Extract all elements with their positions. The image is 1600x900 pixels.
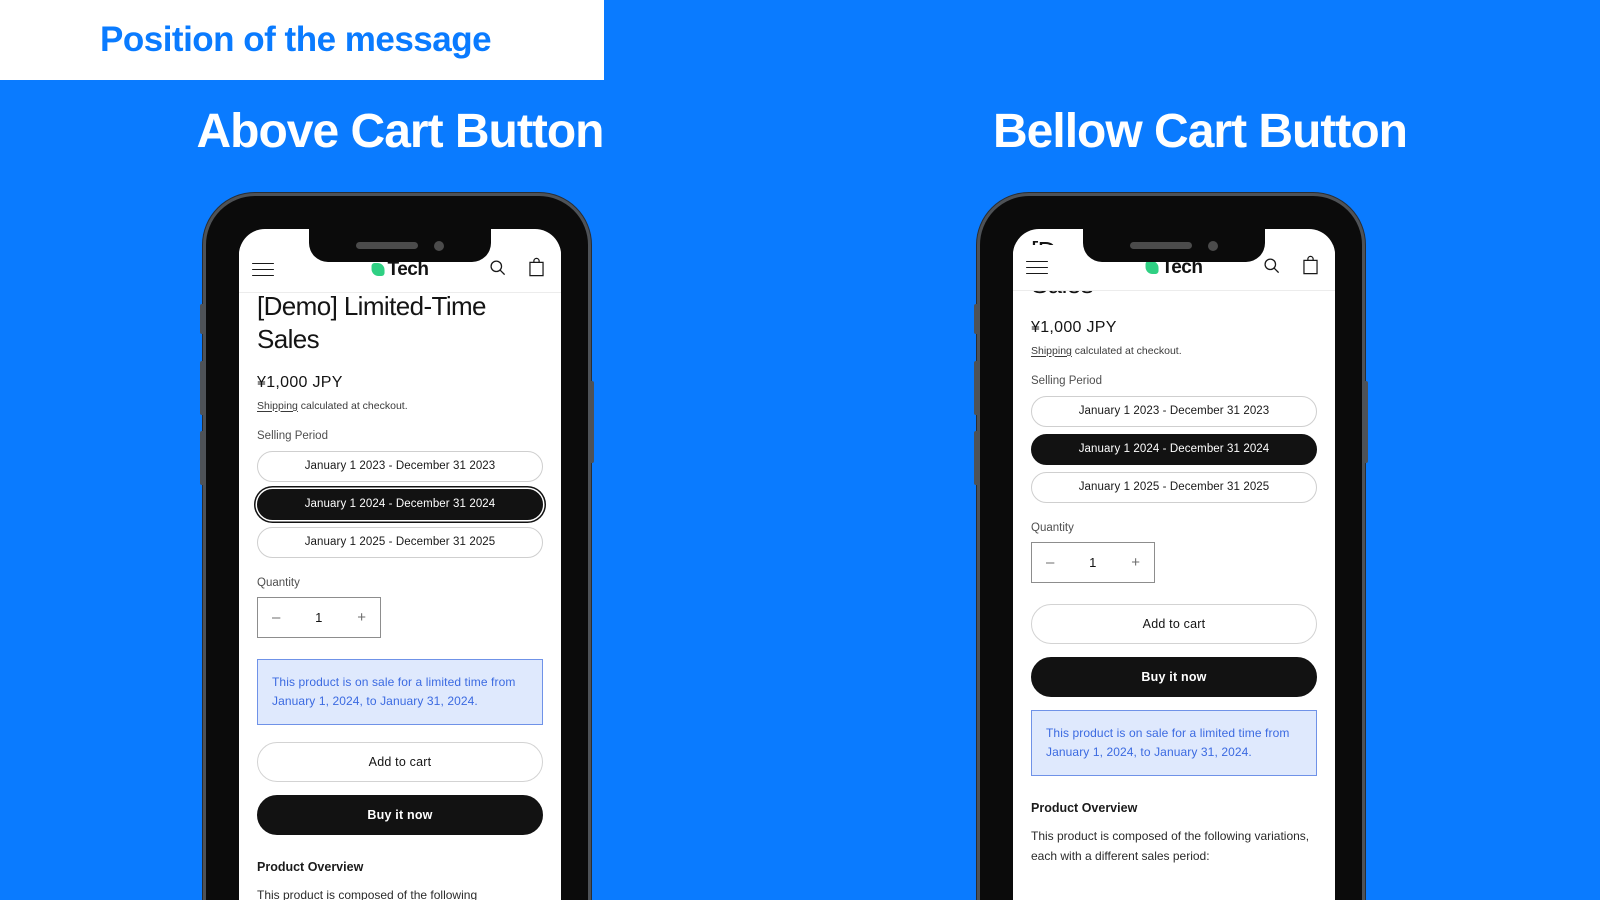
selling-period-option-2025[interactable]: January 1 2025 - December 31 2025 [1031,471,1317,503]
logo-mark-icon [371,263,385,276]
quantity-input[interactable]: 1 [1089,555,1096,570]
limited-time-sale-notice: This product is on sale for a limited ti… [257,658,543,726]
shipping-policy-link[interactable]: Shipping [257,400,298,412]
menu-button[interactable] [239,258,274,281]
selling-period-option-2025[interactable]: January 1 2025 - December 31 2025 [257,526,543,558]
product-page-above-cart: Tech Inc. [Demo] Limited-Time Sales ¥1,0… [239,229,561,900]
selling-period-label: Selling Period [1031,374,1102,387]
limited-time-sale-notice: This product is on sale for a limited ti… [1031,709,1317,777]
quantity-label: Quantity [1031,521,1074,534]
buy-it-now-button[interactable]: Buy it now [1031,656,1317,697]
hamburger-menu-icon[interactable] [1026,256,1048,279]
column-heading-bellow: Bellow Cart Button [993,105,1408,158]
quantity-increase-button[interactable]: + [1131,555,1140,570]
quantity-stepper[interactable]: – 1 + [1031,541,1155,583]
product-page-bellow-cart: [Demo] Limited-Time Sales ¥1,000 JPY Shi… [1013,229,1335,867]
phone-mockup-bellow-cart: [Demo] Limited-Time Sales ¥1,000 JPY Shi… [974,193,1368,900]
phone-volume-down-button[interactable] [200,361,205,415]
phone-volume-down-button[interactable] [974,361,979,415]
selling-period-label: Selling Period [257,429,328,442]
product-title: [Demo] Limited-Time Sales [257,291,487,355]
phone-screen-above-cart: Tech Inc. [Demo] Limited-Time Sales ¥1,0… [239,229,561,900]
phone-mute-switch[interactable] [974,304,979,334]
product-price: ¥1,000 JPY [1031,318,1117,336]
logo-mark-icon [1145,261,1159,274]
search-icon[interactable] [1262,256,1281,280]
product-overview-text: This product is composed of the followin… [1031,829,1310,864]
selling-period-options: January 1 2023 - December 31 2023 Januar… [257,450,543,558]
product-overview-heading: Product Overview [1031,801,1138,816]
shipping-policy-link[interactable]: Shipping [1031,345,1072,357]
selling-period-option-2023[interactable]: January 1 2023 - December 31 2023 [257,450,543,482]
selling-period-option-2023[interactable]: January 1 2023 - December 31 2023 [1031,395,1317,427]
menu-button[interactable] [1013,256,1048,279]
phone-volume-up-button[interactable] [200,431,205,485]
selling-period-options: January 1 2023 - December 31 2023 Januar… [1031,395,1317,503]
quantity-label: Quantity [257,576,300,589]
phone-notch [1083,229,1265,262]
shipping-note: Shipping calculated at checkout. [257,400,543,412]
shipping-note-text: calculated at checkout. [300,399,408,412]
banner: Position of the message [0,0,604,80]
quantity-stepper[interactable]: – 1 + [257,596,381,638]
shipping-note-text: calculated at checkout. [1074,344,1182,357]
buy-it-now-button[interactable]: Buy it now [257,795,543,836]
search-icon[interactable] [488,258,507,282]
quantity-increase-button[interactable]: + [357,610,366,625]
banner-title: Position of the message [100,20,492,59]
product-price: ¥1,000 JPY [257,373,343,391]
quantity-input[interactable]: 1 [315,610,322,625]
shipping-note: Shipping calculated at checkout. [1031,345,1317,357]
phone-power-button[interactable] [1363,381,1368,463]
selling-period-option-2024-selected[interactable]: January 1 2024 - December 31 2024 [1031,433,1317,465]
phone-screen-bellow-cart: [Demo] Limited-Time Sales ¥1,000 JPY Shi… [1013,229,1335,900]
add-to-cart-button[interactable]: Add to cart [257,742,543,783]
earpiece-speaker [1130,242,1192,249]
quantity-decrease-button[interactable]: – [1046,555,1054,570]
add-to-cart-button[interactable]: Add to cart [1031,603,1317,644]
shopping-cart-icon[interactable] [1301,255,1320,280]
phone-notch [309,229,491,262]
front-camera-icon [434,240,444,251]
front-camera-icon [1208,240,1218,251]
phone-volume-up-button[interactable] [974,431,979,485]
shopping-cart-icon[interactable] [527,257,546,282]
product-overview-text: This product is composed of the followin… [257,888,478,900]
phone-power-button[interactable] [589,381,594,463]
phone-mockup-above-cart: Tech Inc. [Demo] Limited-Time Sales ¥1,0… [200,193,594,900]
earpiece-speaker [356,242,418,249]
hamburger-menu-icon[interactable] [252,258,274,281]
column-heading-above: Above Cart Button [196,105,605,158]
product-overview-heading: Product Overview [257,860,364,875]
quantity-decrease-button[interactable]: – [272,610,280,625]
selling-period-option-2024-selected[interactable]: January 1 2024 - December 31 2024 [257,488,543,520]
phone-mute-switch[interactable] [200,304,205,334]
